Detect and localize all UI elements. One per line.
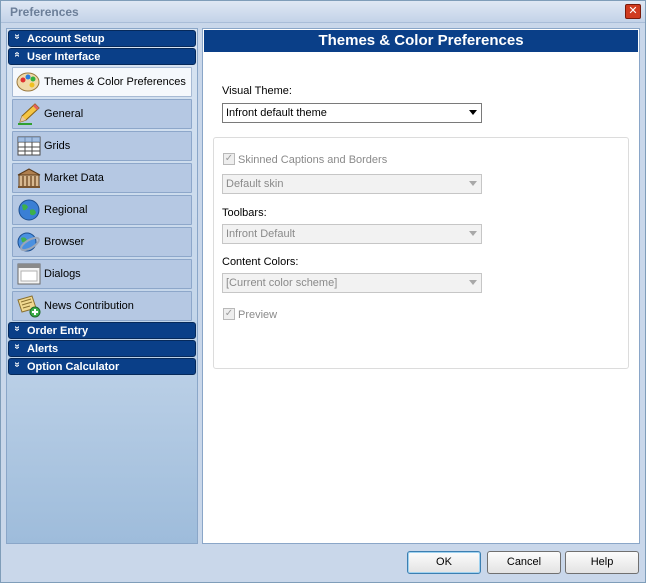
sidebar-item-themes[interactable]: Themes & Color Preferences [12, 67, 192, 97]
dropdown-arrow-icon [469, 110, 477, 115]
dropdown-arrow-icon [469, 231, 477, 236]
sidebar-item-label: News Contribution [44, 300, 134, 312]
building-icon [17, 168, 41, 188]
sidebar-item-dialogs[interactable]: Dialogs [12, 259, 192, 289]
group-user-interface[interactable]: » User Interface [8, 48, 196, 65]
sidebar-item-label: Dialogs [44, 268, 81, 280]
sidebar-item-general[interactable]: General [12, 99, 192, 129]
expand-chevron-icon: » [11, 33, 23, 40]
content-colors-label: Content Colors: [222, 256, 299, 268]
browser-globe-icon [17, 232, 40, 252]
skin-select[interactable]: Default skin [222, 174, 482, 194]
help-button[interactable]: Help [565, 551, 639, 574]
group-label: Order Entry [27, 325, 89, 337]
group-label: Account Setup [27, 33, 105, 45]
expand-chevron-icon: » [11, 325, 23, 332]
group-order-entry[interactable]: » Order Entry [8, 322, 196, 339]
pencil-icon [18, 103, 40, 125]
group-account-setup[interactable]: » Account Setup [8, 30, 196, 47]
preferences-sidebar: » Account Setup » User Interface Themes … [6, 28, 198, 544]
window-title: Preferences [10, 5, 79, 19]
group-option-calculator[interactable]: » Option Calculator [8, 358, 196, 375]
collapse-chevron-icon: » [11, 51, 23, 58]
toolbars-value: Infront Default [226, 228, 296, 240]
sidebar-item-label: Browser [44, 236, 85, 248]
content-colors-select[interactable]: [Current color scheme] [222, 273, 482, 293]
expand-chevron-icon: » [11, 343, 23, 350]
group-label: Option Calculator [27, 361, 120, 373]
content-colors-value: [Current color scheme] [226, 277, 338, 289]
sidebar-item-label: Regional [44, 204, 88, 216]
ok-button[interactable]: OK [407, 551, 481, 574]
skinned-captions-label: Skinned Captions and Borders [238, 154, 388, 166]
close-button[interactable]: ✕ [625, 4, 641, 19]
sidebar-item-news-contribution[interactable]: News Contribution [12, 291, 192, 321]
check-icon: ✓ [224, 153, 234, 164]
sidebar-item-browser[interactable]: Browser [12, 227, 192, 257]
visual-theme-value: Infront default theme [226, 107, 327, 119]
sidebar-item-market-data[interactable]: Market Data [12, 163, 192, 193]
dropdown-arrow-icon [469, 181, 477, 186]
sidebar-item-regional[interactable]: Regional [12, 195, 192, 225]
title-bar[interactable]: Preferences ✕ [1, 1, 645, 23]
close-icon: ✕ [628, 5, 638, 17]
preferences-window: Preferences ✕ » Account Setup » User Int… [0, 0, 646, 583]
palette-icon [16, 72, 40, 92]
preview-label: Preview [238, 309, 278, 321]
skinned-captions-checkbox[interactable]: ✓ [223, 153, 235, 165]
dropdown-arrow-icon [469, 280, 477, 285]
skin-value: Default skin [226, 178, 284, 190]
theme-options-group [213, 137, 629, 369]
sidebar-item-label: Themes & Color Preferences [44, 76, 186, 88]
group-label: User Interface [27, 51, 101, 63]
sidebar-item-grids[interactable]: Grids [12, 131, 192, 161]
cancel-button[interactable]: Cancel [487, 551, 561, 574]
visual-theme-select[interactable]: Infront default theme [222, 103, 482, 123]
toolbars-select[interactable]: Infront Default [222, 224, 482, 244]
sidebar-item-label: Grids [44, 140, 71, 152]
group-label: Alerts [27, 343, 59, 355]
news-add-icon [17, 295, 41, 318]
check-icon: ✓ [224, 308, 234, 319]
preview-checkbox[interactable]: ✓ [223, 308, 235, 320]
group-alerts[interactable]: » Alerts [8, 340, 196, 357]
toolbars-label: Toolbars: [222, 207, 267, 219]
panel-title: Themes & Color Preferences [204, 30, 638, 52]
dialog-window-icon [17, 263, 41, 285]
globe-icon [18, 199, 40, 221]
grid-icon [17, 136, 41, 156]
sidebar-item-label: General [44, 108, 84, 120]
visual-theme-label: Visual Theme: [222, 85, 292, 97]
expand-chevron-icon: » [11, 361, 23, 368]
sidebar-item-label: Market Data [44, 172, 104, 184]
